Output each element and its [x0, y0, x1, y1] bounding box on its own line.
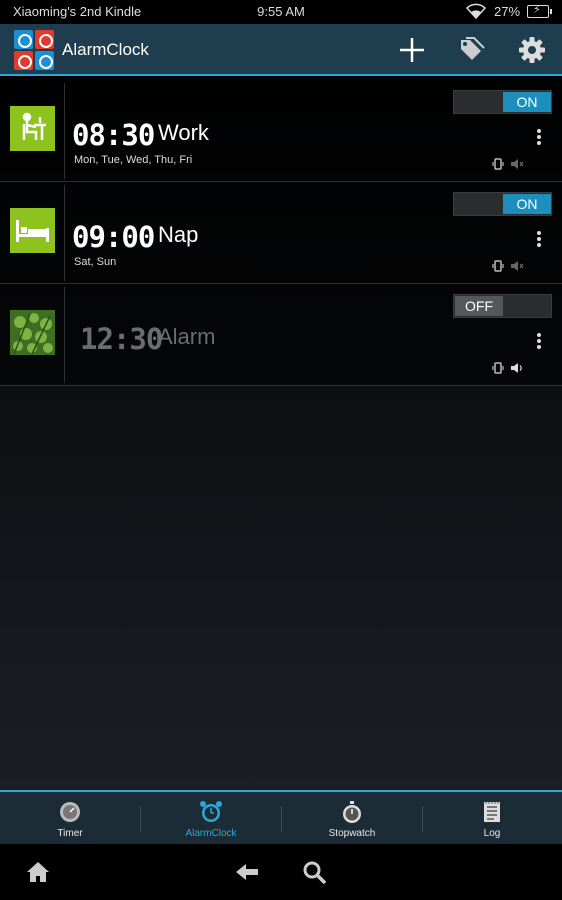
- alarm-days: Sat, Sun: [74, 256, 117, 268]
- tab-label: Log: [483, 828, 501, 839]
- system-nav-bar: [0, 844, 562, 900]
- tab-label: Stopwatch: [328, 828, 376, 839]
- settings-icon[interactable]: [516, 34, 548, 66]
- vibrate-icon: [492, 158, 504, 170]
- tab-alarmclock[interactable]: AlarmClock: [141, 792, 281, 844]
- action-bar: AlarmClock: [0, 24, 562, 76]
- tag-icon[interactable]: [455, 34, 487, 66]
- app-title: AlarmClock: [62, 40, 149, 59]
- tab-label: AlarmClock: [185, 828, 237, 839]
- back-icon[interactable]: [234, 860, 260, 884]
- tab-log[interactable]: Log: [422, 792, 562, 844]
- mute-icon: [511, 159, 524, 169]
- log-icon: [484, 802, 500, 822]
- status-bar: Xiaoming's 2nd Kindle 9:55 AM 27% ⚡: [0, 0, 562, 24]
- logo-tile: [14, 30, 33, 49]
- vibrate-icon: [492, 260, 504, 272]
- battery-percent: 27%: [494, 4, 521, 19]
- alarm-row-work[interactable]: 08:30 Work Mon, Tue, Wed, Thu, Fri ON: [0, 80, 562, 182]
- alarm-row-nap[interactable]: 09:00 Nap Sat, Sun ON: [0, 182, 562, 284]
- stopwatch-icon: [343, 801, 361, 823]
- alarm-toggle[interactable]: ON: [453, 192, 552, 216]
- vibrate-icon: [492, 362, 504, 374]
- leaves-photo-icon[interactable]: [10, 310, 55, 355]
- tab-timer[interactable]: Timer: [0, 792, 140, 844]
- alarm-name[interactable]: Work: [158, 120, 209, 146]
- toggle-label: ON: [503, 194, 551, 214]
- timer-icon: [60, 802, 80, 822]
- toggle-label: ON: [503, 92, 551, 112]
- overflow-menu-icon[interactable]: [534, 230, 544, 250]
- bottom-tab-bar: Timer AlarmClock Stopwatch Log: [0, 790, 562, 844]
- alarm-row-alarm[interactable]: 12:30 Alarm OFF: [0, 284, 562, 386]
- alarm-days: Mon, Tue, Wed, Thu, Fri: [74, 154, 193, 166]
- alarm-list: 08:30 Work Mon, Tue, Wed, Thu, Fri ON 09…: [0, 78, 562, 790]
- alarm-time[interactable]: 09:00: [72, 220, 155, 254]
- row-divider: [64, 185, 65, 281]
- wifi-icon: [466, 3, 486, 19]
- desk-worker-icon[interactable]: [10, 106, 55, 151]
- search-icon[interactable]: [302, 860, 328, 884]
- volume-icon: [511, 363, 522, 373]
- overflow-menu-icon[interactable]: [534, 128, 544, 148]
- alarm-toggle[interactable]: OFF: [453, 294, 552, 318]
- logo-tile: [14, 51, 33, 70]
- add-icon[interactable]: [396, 34, 428, 66]
- alarm-time[interactable]: 08:30: [72, 118, 155, 152]
- alarm-name[interactable]: Alarm: [158, 324, 215, 350]
- alarm-time[interactable]: 12:30: [80, 322, 163, 356]
- logo-tile: [35, 30, 54, 49]
- row-divider: [64, 287, 65, 383]
- alarm-name[interactable]: Nap: [158, 222, 198, 248]
- app-logo: [14, 30, 54, 70]
- tab-stopwatch[interactable]: Stopwatch: [282, 792, 422, 844]
- battery-icon: ⚡: [527, 4, 552, 18]
- alarm-clock-icon: [200, 801, 222, 822]
- logo-tile: [35, 51, 54, 70]
- home-icon[interactable]: [25, 860, 51, 884]
- row-divider: [64, 83, 65, 179]
- bed-icon[interactable]: [10, 208, 55, 253]
- toggle-label: OFF: [455, 296, 503, 316]
- mute-icon: [511, 261, 524, 271]
- tab-label: Timer: [57, 828, 83, 839]
- alarm-toggle[interactable]: ON: [453, 90, 552, 114]
- overflow-menu-icon[interactable]: [534, 332, 544, 352]
